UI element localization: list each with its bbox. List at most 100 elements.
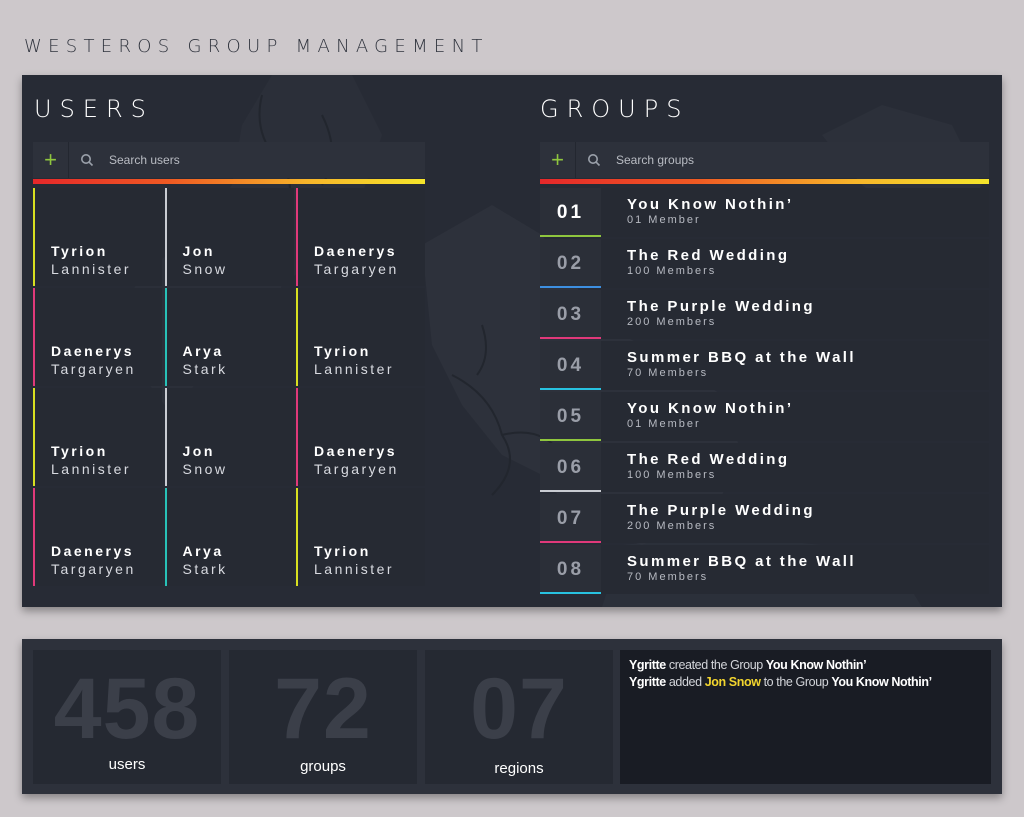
activity-feed: Ygritte created the Group You Know Nothi… [620, 650, 991, 784]
group-name: Summer BBQ at the Wall [627, 553, 856, 570]
activity-text: to the Group [760, 675, 832, 689]
user-first-name: Tyrion [314, 343, 371, 359]
groups-toolbar: + [540, 142, 989, 178]
user-last-name: Targaryen [314, 261, 399, 277]
user-first-name: Arya [182, 543, 224, 559]
stat-users-label: users [108, 756, 146, 773]
groups-color-bar [540, 179, 989, 184]
user-card[interactable]: Daenerys Targaryen [33, 288, 162, 386]
group-color-underline [540, 439, 601, 441]
user-first-name: Daenerys [51, 543, 135, 559]
user-card[interactable]: Arya Stark [164, 488, 294, 586]
group-member-count: 70 Members [627, 367, 709, 379]
user-last-name: Lannister [51, 461, 132, 477]
activity-user: Jon Snow [704, 675, 761, 689]
search-icon [576, 142, 612, 178]
group-color-underline [540, 235, 601, 237]
user-card[interactable]: Tyrion Lannister [33, 388, 162, 486]
user-first-name: Daenerys [314, 443, 398, 459]
activity-text: created the Group [665, 658, 766, 672]
activity-item: Ygritte created the Group You Know Nothi… [629, 657, 982, 674]
group-color-underline [540, 337, 601, 339]
group-row[interactable]: 01 You Know Nothin’ 01 Member [540, 188, 989, 237]
users-toolbar: + [33, 142, 425, 178]
user-last-name: Stark [182, 361, 228, 377]
add-user-button[interactable]: + [33, 142, 69, 178]
group-name: The Purple Wedding [627, 298, 815, 315]
user-card[interactable]: Daenerys Targaryen [33, 488, 162, 586]
stat-users: 458 users [33, 650, 221, 784]
user-last-name: Targaryen [51, 561, 136, 577]
user-card[interactable]: Jon Snow [164, 188, 294, 286]
group-member-count: 200 Members [627, 316, 717, 328]
search-users-input[interactable] [105, 142, 425, 178]
stats-panel: 458 users 72 groups 07 regions Ygritte c… [22, 639, 1002, 794]
activity-target: You Know Nothin’ [831, 675, 932, 689]
groups-title: GROUPS [540, 95, 690, 123]
user-first-name: Arya [182, 343, 224, 359]
stat-groups: 72 groups [229, 650, 417, 784]
user-card[interactable]: Tyrion Lannister [33, 188, 162, 286]
main-panel: USERS + Tyrion Lannister Jon Snow Daenerys Ta… [22, 75, 1002, 607]
stat-regions-label: regions [494, 760, 544, 777]
activity-target: You Know Nothin’ [765, 658, 867, 672]
user-first-name: Daenerys [51, 343, 135, 359]
group-name: The Red Wedding [627, 451, 790, 468]
search-groups-input[interactable] [612, 142, 989, 178]
activity-item: Ygritte added Jon Snow to the Group You … [629, 674, 982, 691]
user-card[interactable]: Jon Snow [164, 388, 294, 486]
add-group-button[interactable]: + [540, 142, 576, 178]
group-number: 05 [540, 392, 601, 441]
user-first-name: Tyrion [314, 543, 371, 559]
user-card[interactable]: Tyrion Lannister [296, 488, 425, 586]
group-number: 01 [540, 188, 601, 237]
group-row[interactable]: 07 The Purple Wedding 200 Members [540, 494, 989, 543]
user-first-name: Daenerys [314, 243, 398, 259]
users-color-bar [33, 179, 425, 184]
group-row[interactable]: 04 Summer BBQ at the Wall 70 Members [540, 341, 989, 390]
group-row[interactable]: 06 The Red Wedding 100 Members [540, 443, 989, 492]
user-first-name: Jon [182, 443, 215, 459]
group-number: 03 [540, 290, 601, 339]
user-card[interactable]: Daenerys Targaryen [296, 188, 425, 286]
group-member-count: 100 Members [627, 265, 717, 277]
group-row[interactable]: 02 The Red Wedding 100 Members [540, 239, 989, 288]
stat-groups-label: groups [300, 758, 346, 775]
group-number: 04 [540, 341, 601, 390]
group-row[interactable]: 08 Summer BBQ at the Wall 70 Members [540, 545, 989, 594]
group-number: 06 [540, 443, 601, 492]
group-row[interactable]: 03 The Purple Wedding 200 Members [540, 290, 989, 339]
user-last-name: Targaryen [314, 461, 399, 477]
search-icon [69, 142, 105, 178]
user-last-name: Targaryen [51, 361, 136, 377]
user-last-name: Lannister [314, 361, 395, 377]
user-card[interactable]: Arya Stark [164, 288, 294, 386]
group-color-underline [540, 592, 601, 594]
group-number: 08 [540, 545, 601, 594]
user-first-name: Tyrion [51, 243, 108, 259]
group-number: 02 [540, 239, 601, 288]
user-last-name: Lannister [314, 561, 395, 577]
user-first-name: Jon [182, 243, 215, 259]
user-first-name: Tyrion [51, 443, 108, 459]
group-member-count: 70 Members [627, 571, 709, 583]
stat-users-value: 458 [53, 661, 201, 757]
activity-actor: Ygritte [629, 675, 666, 689]
group-row[interactable]: 05 You Know Nothin’ 01 Member [540, 392, 989, 441]
stat-regions: 07 regions [425, 650, 613, 784]
group-member-count: 200 Members [627, 520, 717, 532]
group-name: You Know Nothin’ [627, 196, 794, 213]
stat-regions-value: 07 [470, 661, 568, 757]
user-last-name: Snow [182, 461, 228, 477]
group-name: You Know Nothin’ [627, 400, 794, 417]
group-name: The Purple Wedding [627, 502, 815, 519]
group-name: The Red Wedding [627, 247, 790, 264]
group-number: 07 [540, 494, 601, 543]
user-last-name: Lannister [51, 261, 132, 277]
user-card[interactable]: Daenerys Targaryen [296, 388, 425, 486]
users-title: USERS [34, 95, 154, 123]
group-color-underline [540, 286, 601, 288]
group-color-underline [540, 490, 601, 492]
group-color-underline [540, 388, 601, 390]
user-card[interactable]: Tyrion Lannister [296, 288, 425, 386]
